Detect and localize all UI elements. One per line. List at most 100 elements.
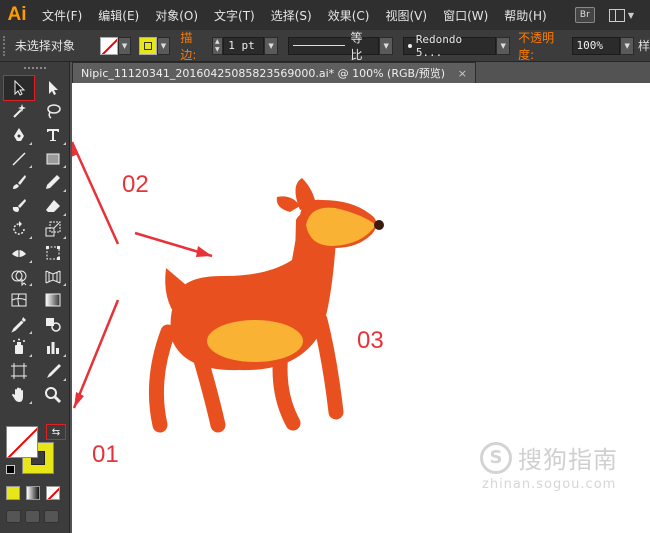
document-tab[interactable]: Nipic_11120341_20160425085823569000.ai* … <box>72 62 476 83</box>
line-icon <box>12 152 26 166</box>
brush-dot-icon <box>408 43 412 48</box>
rotate-tool[interactable] <box>4 218 34 242</box>
panel-grip[interactable] <box>0 62 69 76</box>
stroke-label[interactable]: 描边: <box>180 29 207 63</box>
menu-window[interactable]: 窗口(W) <box>435 7 496 24</box>
workspace-switcher[interactable]: ▼ <box>608 8 634 22</box>
menu-type[interactable]: 文字(T) <box>206 7 263 24</box>
opacity-dropdown[interactable]: ▼ <box>620 36 634 55</box>
menu-help[interactable]: 帮助(H) <box>496 7 554 24</box>
lasso-tool[interactable] <box>38 100 68 124</box>
magic-wand-tool[interactable] <box>4 100 34 124</box>
brush-name: Redondo 5... <box>415 32 463 59</box>
panel-grip[interactable] <box>3 35 9 56</box>
free-transform-tool[interactable] <box>38 241 68 265</box>
pencil-icon <box>46 175 60 190</box>
direct-selection-tool[interactable] <box>38 76 68 100</box>
mesh-tool[interactable] <box>4 288 34 312</box>
artboard-tool[interactable] <box>4 359 34 383</box>
annotation-label-03: 03 <box>357 327 384 354</box>
eyedropper-tool[interactable] <box>4 312 34 336</box>
stroke-weight-input[interactable]: 1 pt <box>223 36 265 55</box>
tools-panel: ⇆ <box>0 62 70 533</box>
fill-dropdown[interactable]: ▼ <box>117 36 132 55</box>
rectangle-tool[interactable] <box>38 147 68 171</box>
brush-icon <box>13 175 26 190</box>
paintbrush-tool[interactable] <box>4 170 34 194</box>
symbol-sprayer-tool[interactable] <box>4 336 34 360</box>
chevron-down-icon: ▼ <box>627 10 634 20</box>
hand-tool[interactable] <box>4 383 34 407</box>
stroke-profile-dropdown[interactable]: ▼ <box>379 36 393 55</box>
rotate-icon <box>13 221 25 236</box>
brush-select[interactable]: Redondo 5... <box>403 33 497 59</box>
type-tool[interactable] <box>38 123 68 147</box>
stroke-profile-select[interactable]: 等比 <box>287 31 380 62</box>
stroke-weight-stepper[interactable]: ▲ ▼ <box>211 36 224 55</box>
bridge-button[interactable]: Br <box>574 7 595 23</box>
arrow-icon <box>14 79 26 96</box>
gradient-mode-button[interactable] <box>26 486 40 500</box>
eyedropper-icon <box>11 316 26 333</box>
watermark-url: zhinan.sogou.com <box>482 477 617 492</box>
eraser-icon <box>46 199 60 212</box>
sogou-logo-icon: S <box>480 441 512 474</box>
stroke-swatch[interactable] <box>139 36 157 55</box>
perspective-grid-tool[interactable] <box>38 265 68 289</box>
watermark: S 搜狗指南 zhinan.sogou.com <box>480 440 640 510</box>
draw-inside-button[interactable] <box>44 510 59 523</box>
menu-object[interactable]: 对象(O) <box>147 7 206 24</box>
perspective-grid-icon <box>45 270 61 284</box>
style-label[interactable]: 样 <box>638 37 650 54</box>
watermark-text: 搜狗指南 <box>518 446 618 474</box>
scale-icon <box>45 221 61 237</box>
default-colors-icon[interactable] <box>6 465 15 474</box>
fill-color-box[interactable] <box>6 426 38 458</box>
shape-builder-tool[interactable] <box>4 265 34 289</box>
fill-swatch[interactable] <box>100 36 118 55</box>
close-icon[interactable]: × <box>458 67 467 80</box>
menu-effect[interactable]: 效果(C) <box>320 7 378 24</box>
blend-tool[interactable] <box>38 312 68 336</box>
width-tool[interactable] <box>4 241 34 265</box>
menu-file[interactable]: 文件(F) <box>34 7 90 24</box>
menu-edit[interactable]: 编辑(E) <box>90 7 147 24</box>
gradient-tool[interactable] <box>38 288 68 312</box>
eraser-tool[interactable] <box>38 194 68 218</box>
menu-items: 文件(F) 编辑(E) 对象(O) 文字(T) 选择(S) 效果(C) 视图(V… <box>34 7 555 24</box>
tool-grid <box>0 75 69 407</box>
menu-view[interactable]: 视图(V) <box>377 7 435 24</box>
control-bar: 未选择对象 ▼ ▼ 描边: ▲ ▼ 1 pt ▼ 等比 ▼ Redondo 5..… <box>0 30 650 62</box>
draw-normal-button[interactable] <box>6 510 21 523</box>
none-mode-button[interactable] <box>46 486 60 500</box>
scale-tool[interactable] <box>38 218 68 242</box>
white-arrow-icon <box>49 80 58 95</box>
selection-status: 未选择对象 <box>14 39 75 53</box>
swap-fill-stroke-icon[interactable]: ⇆ <box>46 424 66 440</box>
opacity-label[interactable]: 不透明度: <box>518 29 568 63</box>
blob-brush-tool[interactable] <box>4 194 34 218</box>
zoom-icon <box>45 386 62 403</box>
pen-tool[interactable] <box>4 123 34 147</box>
stroke-weight-dropdown[interactable]: ▼ <box>264 36 278 55</box>
color-mode-button[interactable] <box>6 486 20 500</box>
menu-bar: Ai 文件(F) 编辑(E) 对象(O) 文字(T) 选择(S) 效果(C) 视… <box>0 0 650 30</box>
type-icon <box>47 128 59 141</box>
slice-icon <box>47 363 61 378</box>
menu-select[interactable]: 选择(S) <box>263 7 320 24</box>
column-graph-icon <box>47 342 59 355</box>
selection-tool[interactable] <box>3 75 35 101</box>
layout-icon <box>608 8 625 22</box>
draw-behind-button[interactable] <box>25 510 40 523</box>
slice-tool[interactable] <box>38 359 68 383</box>
fill-stroke-control: ⇆ <box>4 424 66 494</box>
stroke-dropdown[interactable]: ▼ <box>156 36 171 55</box>
line-tool[interactable] <box>4 147 34 171</box>
opacity-input[interactable]: 100% <box>571 36 621 55</box>
zoom-tool[interactable] <box>38 383 68 407</box>
brush-dropdown[interactable]: ▼ <box>496 36 511 55</box>
rectangle-icon <box>46 153 60 165</box>
column-graph-tool[interactable] <box>38 336 68 360</box>
magic-wand-icon <box>13 104 26 119</box>
pencil-tool[interactable] <box>38 170 68 194</box>
